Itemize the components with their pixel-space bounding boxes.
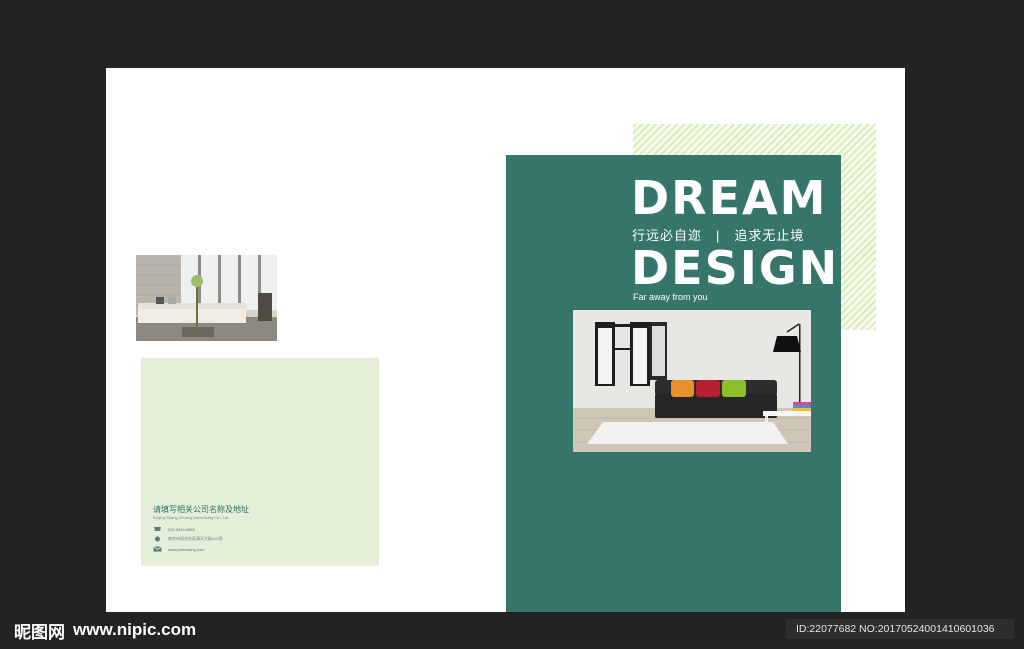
front-cover: DREAM 行远必自迩 | 追求无止境 DESIGN Far away from…: [506, 155, 841, 612]
contact-phone: 025 5345 8888: [153, 526, 195, 532]
location-icon: [155, 536, 160, 542]
company-name: 请填写相关公司名称及地址: [153, 505, 249, 514]
mail-icon: [153, 546, 162, 552]
cover-subtitle: Far away from you: [633, 292, 708, 302]
contact-website: www.pintuwang.com: [153, 546, 204, 552]
company-info-card: 请填写相关公司名称及地址 Beijing Shang Zhuang Advert…: [141, 358, 379, 566]
company-name-en: Beijing Shang Zhuang Advertising Co., Lt…: [153, 515, 230, 520]
watermark-brand: 昵图网 www.nipic.com: [14, 618, 196, 642]
back-cover-photo: [136, 255, 277, 341]
living-room-image: [136, 255, 277, 341]
website-text: www.pintuwang.com: [168, 546, 205, 552]
sofa-room-image: [573, 310, 811, 452]
watermark-brand-name: 昵图网: [14, 622, 65, 642]
watermark-url: www.nipic.com: [73, 620, 197, 639]
title-design: DESIGN: [631, 241, 840, 295]
watermark-id: ID:22077682 NO:20170524001410601036: [786, 619, 1014, 639]
cover-photo: [573, 310, 811, 452]
address-text: 南京市阳光社区满天大街120号: [168, 536, 223, 541]
phone-text: 025 5345 8888: [168, 526, 195, 532]
brochure-spread: 请填写相关公司名称及地址 Beijing Shang Zhuang Advert…: [106, 68, 905, 612]
phone-icon: [154, 527, 161, 531]
contact-address: 南京市阳光社区满天大街120号: [153, 536, 223, 542]
title-dream: DREAM: [631, 171, 828, 225]
